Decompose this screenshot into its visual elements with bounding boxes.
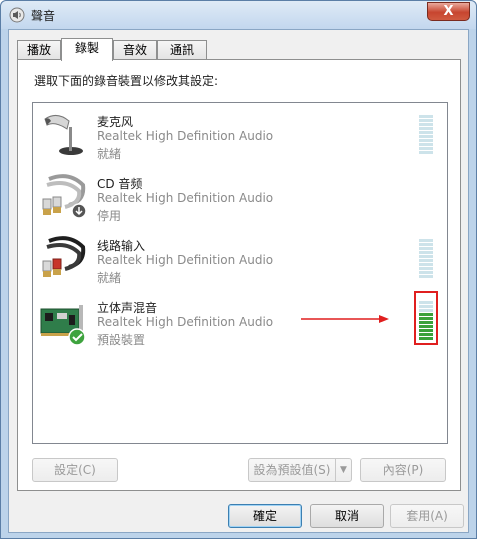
level-meter bbox=[419, 115, 433, 155]
speaker-icon bbox=[9, 7, 25, 23]
apply-button[interactable]: 套用(A) bbox=[390, 504, 464, 528]
level-meter bbox=[419, 239, 433, 279]
red-arrow-annotation bbox=[301, 315, 389, 323]
properties-button[interactable]: 內容(P) bbox=[360, 458, 446, 482]
recording-tab-panel: 選取下面的錄音裝置以修改其設定: 麦克风 Realtek High Defini… bbox=[17, 59, 461, 491]
device-driver: Realtek High Definition Audio bbox=[97, 253, 274, 267]
cancel-button[interactable]: 取消 bbox=[310, 504, 384, 528]
set-default-label: 設為預設值(S) bbox=[253, 463, 331, 477]
device-item-microphone[interactable]: 麦克风 Realtek High Definition Audio 就緒 bbox=[33, 107, 447, 169]
tab-communications[interactable]: 通訊 bbox=[157, 40, 207, 60]
title-bar[interactable]: 聲音 X bbox=[1, 1, 476, 29]
device-item-cd-audio[interactable]: CD 音频 Realtek High Definition Audio 停用 bbox=[33, 169, 447, 231]
device-driver: Realtek High Definition Audio bbox=[97, 191, 274, 205]
device-item-line-in[interactable]: 线路输入 Realtek High Definition Audio 就緒 bbox=[33, 231, 447, 293]
tab-recording[interactable]: 錄製 bbox=[61, 38, 113, 61]
device-name: CD 音频 bbox=[97, 177, 143, 191]
recording-device-list[interactable]: 麦克风 Realtek High Definition Audio 就緒 CD … bbox=[32, 102, 448, 444]
close-button[interactable]: X bbox=[427, 2, 470, 21]
device-status: 就緒 bbox=[97, 147, 122, 161]
device-name: 线路输入 bbox=[97, 239, 146, 253]
device-driver: Realtek High Definition Audio bbox=[97, 129, 274, 143]
dialog-client-area: 播放 錄製 音效 通訊 選取下面的錄音裝置以修改其設定: 麦克风 Realtek… bbox=[8, 29, 469, 533]
device-name: 麦克风 bbox=[97, 115, 134, 129]
sound-card-icon bbox=[40, 305, 86, 346]
device-name: 立体声混音 bbox=[97, 301, 158, 315]
device-status: 停用 bbox=[97, 209, 122, 223]
line-in-cable-icon bbox=[42, 236, 86, 277]
instruction-text: 選取下面的錄音裝置以修改其設定: bbox=[34, 74, 219, 88]
configure-button[interactable]: 設定(C) bbox=[32, 458, 118, 482]
window-title: 聲音 bbox=[31, 9, 56, 23]
device-driver: Realtek High Definition Audio bbox=[97, 315, 274, 329]
device-status: 就緒 bbox=[97, 271, 122, 285]
microphone-icon bbox=[44, 115, 83, 155]
set-default-button[interactable]: 設為預設值(S) ▼ bbox=[248, 458, 352, 482]
tab-sounds[interactable]: 音效 bbox=[113, 40, 157, 60]
ok-button[interactable]: 確定 bbox=[228, 504, 302, 528]
chevron-down-icon[interactable]: ▼ bbox=[335, 459, 351, 481]
device-status: 預設裝置 bbox=[97, 333, 146, 347]
sound-dialog-window: 聲音 X 播放 錄製 音效 通訊 選取下面的錄音裝置以修改其設定: 麦克风 Re… bbox=[0, 0, 477, 539]
tab-playback[interactable]: 播放 bbox=[17, 40, 61, 60]
level-meter-active bbox=[419, 301, 433, 341]
device-item-stereo-mix[interactable]: 立体声混音 Realtek High Definition Audio 預設裝置 bbox=[33, 291, 447, 355]
cd-audio-cable-icon bbox=[42, 174, 87, 219]
